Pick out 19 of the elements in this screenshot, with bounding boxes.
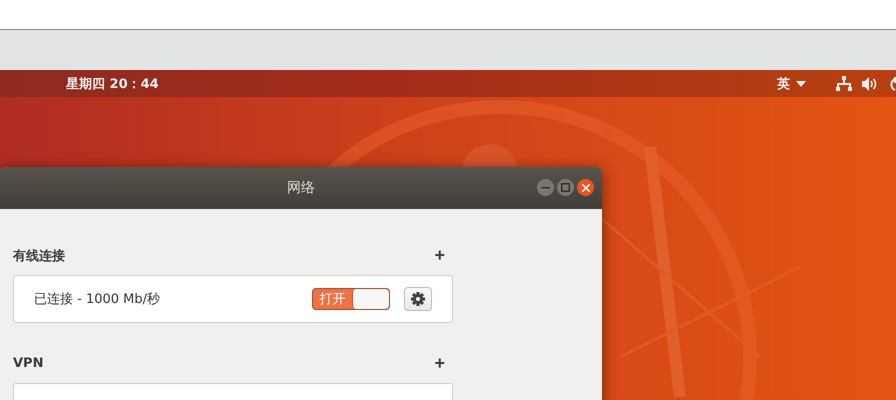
settings-icon <box>411 292 425 306</box>
add-button[interactable]: + <box>434 245 445 266</box>
input-method-menu[interactable]: 英 <box>777 74 806 92</box>
volume-icon[interactable] <box>862 76 878 90</box>
close-button[interactable] <box>577 179 594 196</box>
window-title: 网络 <box>287 179 315 197</box>
settings-button[interactable] <box>404 287 432 311</box>
clock[interactable]: 星期四 20：44 <box>66 74 777 92</box>
section-title: 有线连接 <box>13 248 65 264</box>
close-icon <box>582 184 590 192</box>
section-title: VPN <box>13 356 44 371</box>
maximize-icon <box>561 183 570 192</box>
caret-icon <box>796 80 806 86</box>
add-button[interactable]: + <box>434 353 445 374</box>
minimize-button[interactable] <box>537 179 554 196</box>
power-icon[interactable] <box>888 76 896 91</box>
minimize-icon <box>541 186 550 188</box>
connection-status: 已连接 - 1000 Mb/秒 <box>34 291 162 308</box>
network-icon[interactable] <box>836 76 852 91</box>
